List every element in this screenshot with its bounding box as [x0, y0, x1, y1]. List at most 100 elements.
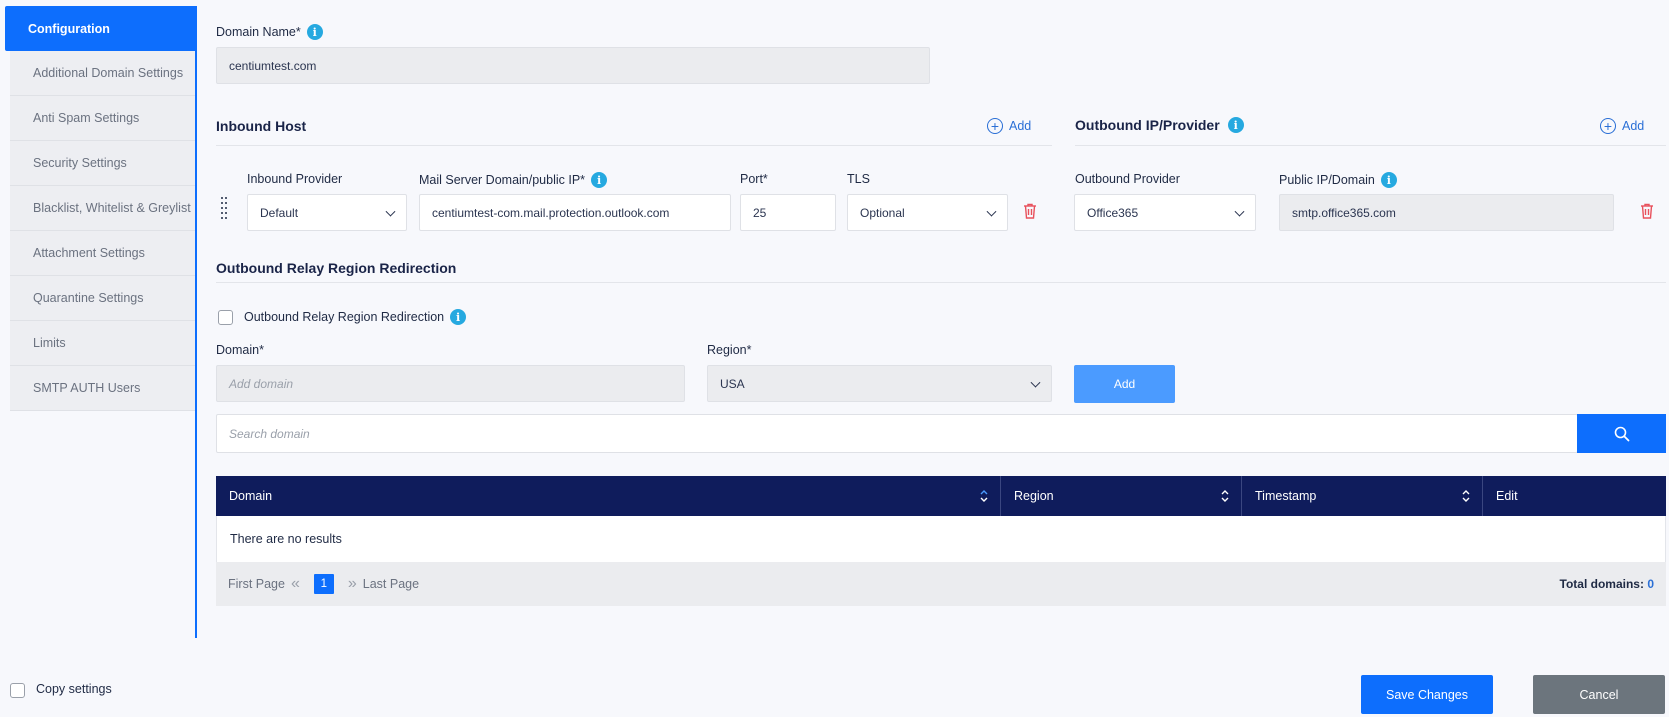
sort-icon[interactable] [980, 488, 988, 504]
info-icon[interactable]: i [450, 309, 467, 325]
region-label: Region* [707, 343, 752, 357]
domain-name-label-text: Domain Name* [216, 25, 301, 39]
port-input[interactable]: 25 [740, 194, 836, 231]
column-header-edit: Edit [1483, 476, 1666, 516]
chevron-down-icon [385, 206, 396, 217]
column-header-label: Timestamp [1255, 489, 1317, 503]
delete-inbound-trash-icon[interactable] [1023, 203, 1037, 219]
domain-name-value: centiumtest.com [229, 58, 317, 73]
relay-divider [216, 282, 1666, 283]
sidebar-divider [195, 6, 197, 638]
outbound-divider [1075, 145, 1666, 146]
tls-select[interactable]: Optional [847, 194, 1008, 231]
outbound-provider-select[interactable]: Office365 [1074, 194, 1256, 231]
sidebar-item-security-settings[interactable]: Security Settings [10, 141, 197, 186]
total-domains-label: Total domains: [1559, 577, 1644, 591]
outbound-add-label: Add [1622, 119, 1645, 133]
inbound-add-button[interactable]: + Add [987, 118, 1031, 134]
info-icon[interactable]: i [306, 24, 323, 40]
port-value: 25 [753, 205, 767, 220]
settings-sidebar: Configuration Additional Domain Settings… [5, 6, 197, 411]
chevron-down-icon [1030, 377, 1041, 388]
region-value: USA [720, 376, 745, 391]
mail-server-label-text: Mail Server Domain/public IP* [419, 173, 586, 187]
inbound-provider-select[interactable]: Default [247, 194, 407, 231]
sidebar-item-smtp-auth-users[interactable]: SMTP AUTH Users [10, 366, 197, 411]
chevron-down-icon [1234, 206, 1245, 217]
relay-domain-input[interactable]: Add domain [216, 365, 685, 402]
outbound-title: Outbound IP/Provider i [1075, 117, 1244, 133]
last-page-link[interactable]: Last Page [363, 577, 419, 591]
outbound-add-button[interactable]: + Add [1600, 118, 1644, 134]
sidebar-item-label: Anti Spam Settings [33, 111, 140, 125]
sidebar-item-label: Configuration [28, 21, 110, 36]
pagination-bar: First Page « 1 » Last Page Total domains… [216, 562, 1666, 606]
relay-table-header: Domain Region Timestamp Edit [216, 476, 1666, 516]
page-number-current[interactable]: 1 [313, 574, 334, 594]
column-header-label: Domain [229, 489, 273, 503]
public-ip-field[interactable]: smtp.office365.com [1279, 194, 1614, 231]
tls-value: Optional [860, 205, 905, 220]
sidebar-item-attachment-settings[interactable]: Attachment Settings [10, 231, 197, 276]
column-header-domain[interactable]: Domain [216, 476, 1001, 516]
relay-checkbox-label-text: Outbound Relay Region Redirection [244, 310, 445, 324]
delete-outbound-trash-icon[interactable] [1640, 203, 1654, 219]
relay-section-title: Outbound Relay Region Redirection [216, 260, 457, 276]
sidebar-item-quarantine-settings[interactable]: Quarantine Settings [10, 276, 197, 321]
outbound-provider-value: Office365 [1087, 205, 1139, 220]
column-header-label: Edit [1496, 489, 1518, 503]
double-chevron-right-icon[interactable]: » [348, 575, 357, 593]
column-header-timestamp[interactable]: Timestamp [1242, 476, 1483, 516]
search-button[interactable] [1577, 414, 1666, 453]
sidebar-item-label: Blacklist, Whitelist & Greylist [33, 201, 191, 215]
sidebar-item-limits[interactable]: Limits [10, 321, 197, 366]
save-changes-button[interactable]: Save Changes [1361, 675, 1493, 714]
public-ip-value: smtp.office365.com [1292, 205, 1396, 220]
search-domain-placeholder: Search domain [229, 426, 310, 441]
info-icon[interactable]: i [591, 172, 608, 188]
drag-handle-icon[interactable] [220, 196, 228, 224]
total-domains: Total domains: 0 [1560, 577, 1654, 591]
sidebar-item-label: Limits [33, 336, 66, 350]
plus-circle-icon: + [1600, 118, 1616, 134]
relay-add-button[interactable]: Add [1074, 365, 1175, 403]
sidebar-item-anti-spam-settings[interactable]: Anti Spam Settings [10, 96, 197, 141]
info-icon[interactable]: i [1380, 172, 1397, 188]
mail-server-input[interactable]: centiumtest-com.mail.protection.outlook.… [419, 194, 731, 231]
column-header-region[interactable]: Region [1001, 476, 1242, 516]
mail-server-label: Mail Server Domain/public IP* i [419, 172, 608, 188]
relay-checkbox[interactable] [218, 310, 233, 325]
sidebar-item-label: Additional Domain Settings [33, 66, 184, 80]
public-ip-label: Public IP/Domain i [1279, 172, 1397, 188]
plus-circle-icon: + [987, 118, 1003, 134]
public-ip-label-text: Public IP/Domain [1279, 173, 1375, 187]
double-chevron-left-icon[interactable]: « [291, 575, 300, 593]
relay-domain-label: Domain* [216, 343, 264, 357]
empty-results-text: There are no results [230, 532, 342, 546]
outbound-provider-label: Outbound Provider [1075, 172, 1180, 186]
inbound-divider [216, 145, 1052, 146]
domain-name-label: Domain Name* i [216, 24, 323, 40]
sidebar-item-blacklist-whitelist-greylist[interactable]: Blacklist, Whitelist & Greylist [10, 186, 197, 231]
sidebar-item-label: SMTP AUTH Users [33, 381, 141, 395]
sidebar-item-configuration[interactable]: Configuration [5, 6, 197, 51]
sidebar-item-label: Quarantine Settings [33, 291, 144, 305]
relay-checkbox-label: Outbound Relay Region Redirection i [244, 309, 467, 325]
inbound-host-title: Inbound Host [216, 118, 307, 134]
cancel-button[interactable]: Cancel [1533, 675, 1665, 714]
sidebar-item-label: Security Settings [33, 156, 127, 170]
sort-icon[interactable] [1221, 488, 1229, 504]
search-domain-input[interactable]: Search domain [216, 414, 1578, 453]
sidebar-item-additional-domain-settings[interactable]: Additional Domain Settings [10, 51, 197, 96]
info-icon[interactable]: i [1227, 117, 1244, 133]
search-icon [1614, 426, 1629, 441]
chevron-down-icon [986, 206, 997, 217]
copy-settings-label: Copy settings [36, 682, 112, 696]
region-select[interactable]: USA [707, 365, 1052, 402]
sidebar-item-label: Attachment Settings [33, 246, 145, 260]
sort-icon[interactable] [1462, 488, 1470, 504]
copy-settings-checkbox[interactable] [10, 683, 25, 698]
mail-server-value: centiumtest-com.mail.protection.outlook.… [432, 205, 670, 220]
domain-name-field[interactable]: centiumtest.com [216, 47, 930, 84]
first-page-link[interactable]: First Page [228, 577, 285, 591]
